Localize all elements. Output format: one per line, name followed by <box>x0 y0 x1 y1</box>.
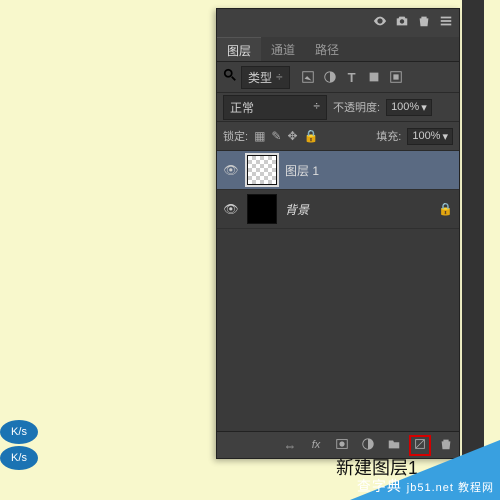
filter-text-icon[interactable]: T <box>344 69 360 85</box>
watermark-text: 查字典 jb51.net 教程网 <box>357 476 494 496</box>
visibility-toggle[interactable]: 👁 <box>223 163 239 177</box>
layers-panel: 图层 通道 路径 类型 ÷ T 正常 ÷ 不透明度: 100% ▾ 锁定: <box>216 8 460 459</box>
blend-row: 正常 ÷ 不透明度: 100% ▾ <box>217 93 459 122</box>
speed-badge: K/s <box>0 446 38 470</box>
watermark-side: jb51.net 教程网 <box>407 482 494 494</box>
lock-row: 锁定: ▦ ✎ ✥ 🔒 填充: 100% ▾ <box>217 122 459 151</box>
layer-name-label[interactable]: 背景 <box>285 201 309 218</box>
layer-row[interactable]: 👁 图层 1 <box>217 151 459 190</box>
search-icon[interactable] <box>223 68 237 87</box>
watermark-main: 查字典 <box>357 478 402 494</box>
filter-row: 类型 ÷ T <box>217 62 459 93</box>
layer-fx-icon[interactable]: fx <box>307 439 325 451</box>
filter-icon-group: T <box>300 69 404 85</box>
filter-smart-icon[interactable] <box>388 69 404 85</box>
filter-kind-label: 类型 <box>248 69 272 86</box>
layer-row[interactable]: 👁 背景 🔒 <box>217 190 459 229</box>
right-dark-strip <box>462 0 484 470</box>
opacity-value: 100% <box>391 101 419 113</box>
visibility-toggle[interactable]: 👁 <box>223 202 239 216</box>
panel-tabs: 图层 通道 路径 <box>217 37 459 62</box>
panel-topbar <box>217 9 459 37</box>
layer-name-label[interactable]: 图层 1 <box>285 162 319 179</box>
lock-label: 锁定: <box>223 128 248 144</box>
speed-badges: K/s K/s <box>0 420 38 472</box>
camera-icon[interactable] <box>395 14 409 33</box>
layer-thumbnail[interactable] <box>247 155 277 185</box>
chevron-down-icon: ÷ <box>313 99 320 116</box>
link-layers-icon[interactable]: ⇔ <box>281 438 299 453</box>
lock-pixels-icon[interactable]: ✎ <box>271 129 281 143</box>
opacity-input[interactable]: 100% ▾ <box>386 99 432 116</box>
filter-shape-icon[interactable] <box>366 69 382 85</box>
filter-image-icon[interactable] <box>300 69 316 85</box>
tab-paths[interactable]: 路径 <box>305 37 349 61</box>
chevron-down-icon: ▾ <box>421 101 427 114</box>
tab-channels[interactable]: 通道 <box>261 37 305 61</box>
chevron-down-icon: ▾ <box>442 130 448 143</box>
tab-layers[interactable]: 图层 <box>217 37 261 61</box>
filter-kind-select[interactable]: 类型 ÷ <box>241 66 290 89</box>
speed-badge: K/s <box>0 420 38 444</box>
menu-icon[interactable] <box>439 14 453 33</box>
fill-label: 填充: <box>376 128 401 144</box>
lock-icon-group: ▦ ✎ ✥ 🔒 <box>254 129 318 143</box>
lock-indicator-icon: 🔒 <box>438 202 453 216</box>
eye-icon[interactable] <box>373 14 387 33</box>
trash-icon[interactable] <box>417 14 431 33</box>
opacity-label: 不透明度: <box>333 99 380 115</box>
lock-transparent-icon[interactable]: ▦ <box>254 129 265 143</box>
filter-adjustment-icon[interactable] <box>322 69 338 85</box>
chevron-down-icon: ÷ <box>276 70 283 84</box>
lock-all-icon[interactable]: 🔒 <box>304 129 319 143</box>
fill-value: 100% <box>412 130 440 142</box>
layer-thumbnail[interactable] <box>247 194 277 224</box>
fill-input[interactable]: 100% ▾ <box>407 128 453 145</box>
lock-position-icon[interactable]: ✥ <box>287 129 297 143</box>
layer-mask-icon[interactable] <box>333 437 351 454</box>
blend-mode-select[interactable]: 正常 ÷ <box>223 95 327 120</box>
blend-mode-value: 正常 <box>230 99 254 116</box>
layer-list: 👁 图层 1 👁 背景 🔒 <box>217 151 459 431</box>
